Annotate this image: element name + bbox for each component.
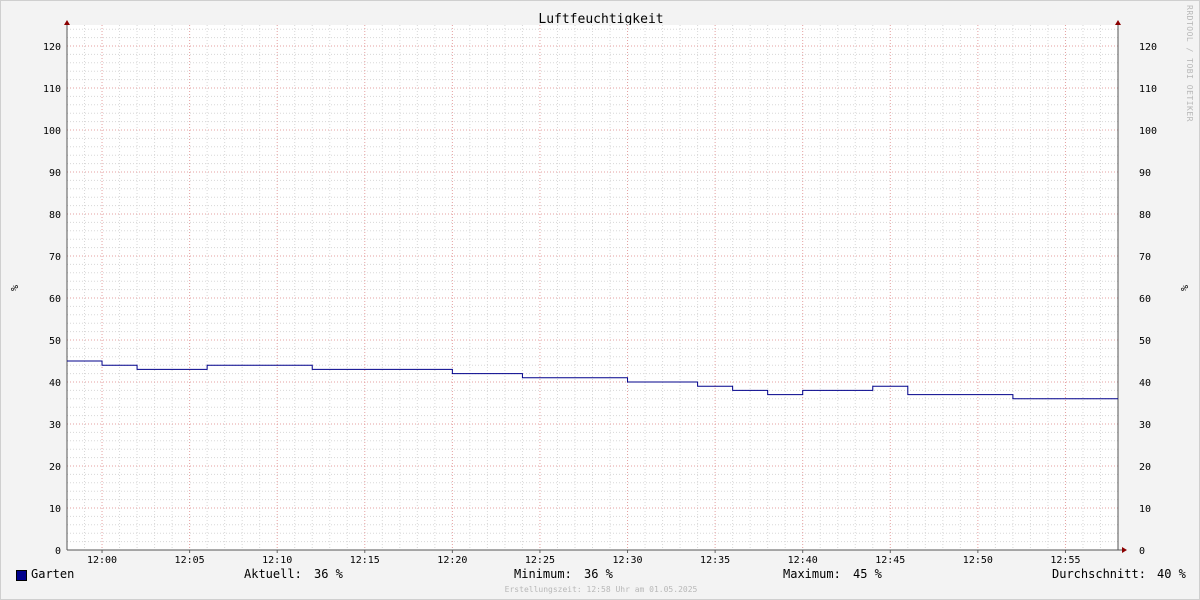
current-label: Aktuell: bbox=[244, 567, 302, 581]
x-axis-arrow bbox=[1122, 547, 1127, 553]
chart-plot: 0 0 10 10 20 20 30 30 40 40 50 50 60 60 70 70 80 80 90 90 10… bbox=[8, 20, 1189, 566]
y-tick-label-right: 100 bbox=[1139, 126, 1157, 137]
y-tick-label: 30 bbox=[49, 420, 61, 431]
x-tick-label: 12:50 bbox=[963, 555, 993, 566]
y-axis-label-right: % bbox=[1178, 285, 1189, 291]
x-tick-label: 12:35 bbox=[700, 555, 730, 566]
x-tick-label: 12:10 bbox=[262, 555, 292, 566]
legend-series-name: Garten bbox=[31, 567, 75, 581]
y-tick-label: 110 bbox=[43, 84, 61, 95]
y-axis-arrow-left bbox=[64, 20, 70, 25]
y-tick-label-right: 110 bbox=[1139, 84, 1157, 95]
y-tick-label: 70 bbox=[49, 252, 61, 263]
y-tick-label-right: 60 bbox=[1139, 294, 1151, 305]
legend-swatch-garten bbox=[16, 570, 27, 581]
avg-label: Durchschnitt: bbox=[1052, 567, 1146, 581]
y-tick-label-right: 80 bbox=[1139, 210, 1151, 221]
min-value: 36 % bbox=[584, 567, 613, 581]
avg-value: 40 % bbox=[1157, 567, 1186, 581]
x-tick-label: 12:45 bbox=[875, 555, 905, 566]
footer-timestamp: Erstellungszeit: 12:58 Uhr am 01.05.2025 bbox=[504, 585, 698, 594]
y-tick-label: 50 bbox=[49, 336, 61, 347]
current-value: 36 % bbox=[314, 567, 343, 581]
y-axis-label: % bbox=[8, 285, 19, 291]
x-tick-label: 12:00 bbox=[87, 555, 117, 566]
y-tick-label: 90 bbox=[49, 168, 61, 179]
x-tick-label: 12:30 bbox=[612, 555, 642, 566]
y-tick-label: 80 bbox=[49, 210, 61, 221]
max-value: 45 % bbox=[853, 567, 882, 581]
x-tick-label: 12:55 bbox=[1050, 555, 1080, 566]
y-tick-label-right: 90 bbox=[1139, 168, 1151, 179]
y-tick-label: 40 bbox=[49, 378, 61, 389]
y-tick-label: 60 bbox=[49, 294, 61, 305]
min-label: Minimum: bbox=[514, 567, 572, 581]
y-tick-label-right: 120 bbox=[1139, 42, 1157, 53]
y-tick-label: 0 bbox=[55, 546, 61, 557]
y-tick-label: 20 bbox=[49, 462, 61, 473]
y-tick-label-right: 0 bbox=[1139, 546, 1145, 557]
watermark: RRDTOOL / TOBI OETIKER bbox=[1185, 5, 1194, 122]
y-axis-arrow-right bbox=[1115, 20, 1121, 25]
x-tick-label: 12:15 bbox=[350, 555, 380, 566]
y-tick-label-right: 50 bbox=[1139, 336, 1151, 347]
x-tick-label: 12:25 bbox=[525, 555, 555, 566]
max-label: Maximum: bbox=[783, 567, 841, 581]
y-tick-label-right: 40 bbox=[1139, 378, 1151, 389]
y-tick-label: 100 bbox=[43, 126, 61, 137]
x-tick-label: 12:20 bbox=[437, 555, 467, 566]
y-tick-label: 10 bbox=[49, 504, 61, 515]
x-tick-label: 12:40 bbox=[788, 555, 818, 566]
y-tick-label: 120 bbox=[43, 42, 61, 53]
legend: Garten Aktuell: 36 % Minimum: 36 % Maxim… bbox=[1, 567, 1199, 585]
y-tick-label-right: 20 bbox=[1139, 462, 1151, 473]
y-tick-label-right: 70 bbox=[1139, 252, 1151, 263]
y-tick-label-right: 10 bbox=[1139, 504, 1151, 515]
chart: Luftfeuchtigkeit 0 0 10 10 20 20 30 30 40 40 50 50 6… bbox=[0, 0, 1200, 600]
x-tick-label: 12:05 bbox=[175, 555, 205, 566]
y-tick-label-right: 30 bbox=[1139, 420, 1151, 431]
